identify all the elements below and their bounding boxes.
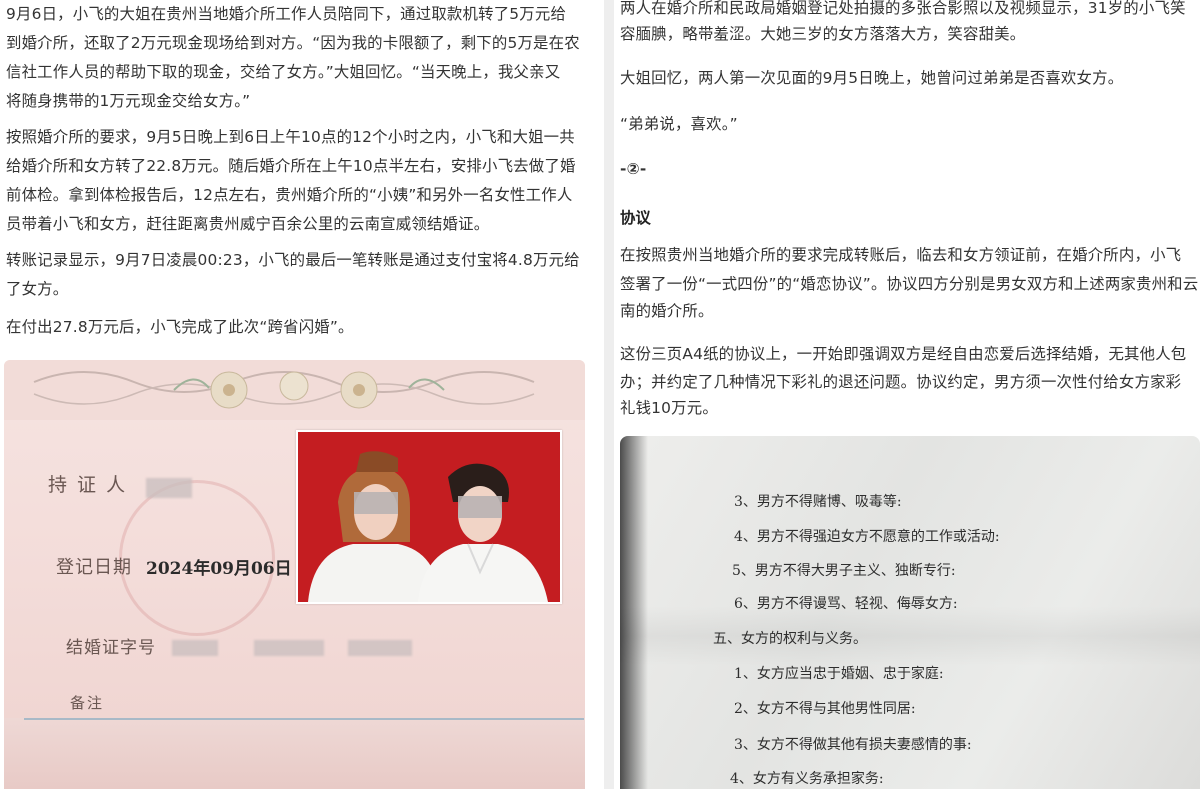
agreement-line: 2、女方不得与其他男性同居: <box>734 701 916 717</box>
article-text-line: 南的婚介所。 <box>620 302 714 320</box>
agreement-line: 3、男方不得赌博、吸毒等: <box>734 494 902 510</box>
certificate-lower-edge <box>4 718 585 789</box>
agreement-line: 6、男方不得谩骂、轻视、侮辱女方: <box>734 596 958 612</box>
article-text-line: 将随身携带的1万元现金交给女方。” <box>6 92 251 110</box>
redacted-number <box>254 640 324 656</box>
section-number: -②- <box>620 160 647 178</box>
redacted-holder-name <box>146 478 192 498</box>
article-text-line: 容腼腆，略带羞涩。大她三岁的女方落落大方，笑容甜美。 <box>620 25 1026 43</box>
agreement-line: 五、女方的权利与义务。 <box>713 631 867 647</box>
paper-crease <box>620 606 1200 666</box>
agreement-line: 1、女方应当忠于婚姻、忠于家庭: <box>734 666 944 682</box>
article-text-line: 在按照贵州当地婚介所的要求完成转账后，临去和女方领证前，在婚介所内，小飞 <box>620 246 1182 264</box>
agreement-document-photo: 3、男方不得赌博、吸毒等: 4、男方不得强迫女方不愿意的工作或活动: 5、男方不… <box>620 436 1200 789</box>
face-mosaic-blur <box>458 496 502 518</box>
agreement-line: 4、男方不得强迫女方不愿意的工作或活动: <box>734 529 1000 545</box>
article-text-line: 信社工作人员的帮助下取的现金，交给了女方。”大姐回忆。“当天晚上，我父亲又 <box>6 63 561 81</box>
floral-ornament-icon <box>4 360 585 420</box>
article-text-line: 礼钱10万元。 <box>620 399 718 417</box>
agreement-line: 5、男方不得大男子主义、独断专行: <box>732 563 956 579</box>
left-article-column: 9月6日，小飞的大姐在贵州当地婚介所工作人员陪同下，通过取款机转了5万元给 到婚… <box>0 0 604 789</box>
agreement-line: 4、女方有义务承担家务: <box>730 771 884 787</box>
agreement-line: 3、女方不得做其他有损夫妻感情的事: <box>734 737 972 753</box>
section-heading: 协议 <box>620 209 651 227</box>
article-text-line: 前体检。拿到体检报告后，12点左右，贵州婚介所的“小姨”和另外一名女性工作人 <box>6 186 573 204</box>
redacted-number <box>172 640 218 656</box>
couple-portrait-image <box>298 432 560 602</box>
article-text-line: 在付出27.8万元后，小飞完成了此次“跨省闪婚”。 <box>6 318 354 336</box>
remarks-label: 备注 <box>70 694 105 712</box>
registration-date-label: 登记日期 <box>56 557 132 578</box>
redacted-number <box>348 640 412 656</box>
article-text-line: 大姐回忆，两人第一次见面的9月5日晚上，她曾问过弟弟是否喜欢女方。 <box>620 69 1124 87</box>
couple-portrait-photo <box>296 430 562 604</box>
article-text-line: 按照婚介所的要求，9月5日晚上到6日上午10点的12个小时之内，小飞和大姐一共 <box>6 128 575 146</box>
article-text-line: 了女方。 <box>6 280 69 298</box>
article-text-line: 办；并约定了几种情况下彩礼的退还问题。协议约定，男方须一次性付给女方家彩 <box>620 373 1182 391</box>
certificate-fold-line <box>24 718 584 720</box>
article-text-line: 给婚介所和女方转了22.8万元。随后婚介所在上午10点半左右，安排小飞去做了婚 <box>6 157 576 175</box>
column-divider <box>604 0 614 789</box>
article-text-line: 员带着小飞和女方，赶往距离贵州威宁百余公里的云南宣威领结婚证。 <box>6 215 490 233</box>
marriage-certificate-photo: 持 证 人 登记日期 2024年09月06日 结婚证字号 备注 <box>4 360 585 789</box>
face-mosaic-blur <box>354 492 398 514</box>
article-text-line: 9月6日，小飞的大姐在贵州当地婚介所工作人员陪同下，通过取款机转了5万元给 <box>6 5 567 23</box>
certificate-number-label: 结婚证字号 <box>66 638 156 658</box>
article-text-line: 签署了一份“一式四份”的“婚恋协议”。协议四方分别是男女双方和上述两家贵州和云 <box>620 275 1199 293</box>
article-text-line: 到婚介所，还取了2万元现金现场给到对方。“因为我的卡限额了，剩下的5万是在农 <box>6 34 580 52</box>
registration-date-value: 2024年09月06日 <box>146 559 292 579</box>
holder-label: 持 证 人 <box>48 474 128 496</box>
article-text-line: 转账记录显示，9月7日凌晨00:23，小飞的最后一笔转账是通过支付宝将4.8万元… <box>6 251 580 269</box>
article-text-line: 这份三页A4纸的协议上，一开始即强调双方是经自由恋爱后选择结婚，无其他人包 <box>620 345 1187 363</box>
article-text-line: “弟弟说，喜欢。” <box>620 115 738 133</box>
